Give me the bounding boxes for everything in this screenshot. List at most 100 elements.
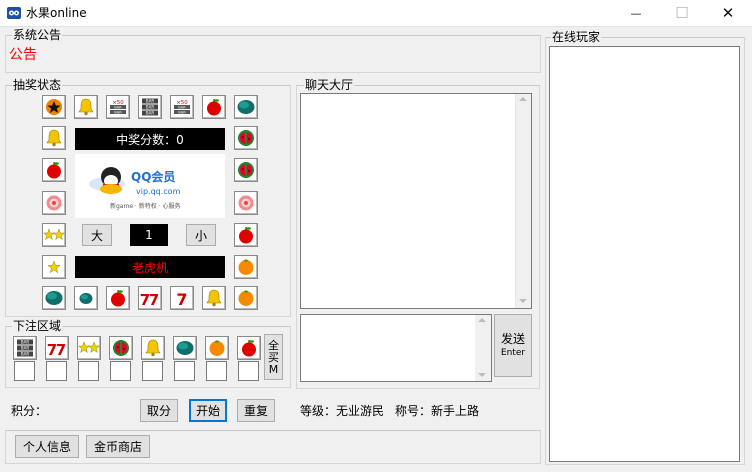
online-player-list[interactable] — [549, 46, 740, 462]
svg-text:BAR: BAR — [146, 99, 154, 104]
bet-amount-input[interactable] — [110, 361, 131, 381]
bar-x50-icon: ×50BARBAR — [110, 100, 126, 114]
input-scroll-down-icon[interactable] — [478, 373, 486, 377]
stars-double-icon — [78, 341, 100, 354]
bar-x50-icon: ×50BARBAR — [174, 100, 190, 114]
chat-scrollbar[interactable] — [515, 94, 531, 308]
svg-text:BAR: BAR — [114, 105, 122, 109]
chat-input[interactable] — [300, 314, 492, 382]
ring-cell-bottom-1 — [42, 286, 66, 310]
big-button[interactable]: 大 — [82, 224, 112, 246]
bet-amount-input[interactable] — [206, 361, 227, 381]
apple-icon — [242, 340, 256, 357]
svg-text:7: 7 — [56, 341, 66, 359]
watermelon-icon — [45, 291, 63, 305]
qq-vip-banner: QQ会员 vip.qq.com 新game · 新特权 · 心服务 — [75, 154, 225, 218]
buy-all-label: 全买M — [268, 338, 279, 376]
input-scroll-up-icon[interactable] — [478, 318, 486, 322]
bet-item-orange — [205, 336, 229, 360]
svg-text:BAR: BAR — [21, 340, 29, 345]
lychee-icon — [238, 195, 254, 211]
scroll-down-icon[interactable] — [519, 299, 527, 303]
shop-button[interactable]: 金币商店 — [86, 435, 150, 458]
orange-star-icon — [46, 99, 62, 115]
bet-item-bell — [141, 336, 165, 360]
ring-cell-bottom-6 — [202, 286, 226, 310]
buy-all-button[interactable]: 全买M — [264, 334, 283, 380]
svg-text:BAR: BAR — [114, 110, 122, 114]
ring-cell-top-1 — [42, 95, 66, 119]
bar-triple-icon: BARBARBAR — [17, 339, 33, 357]
svg-text:BAR: BAR — [178, 110, 186, 114]
cash-out-button[interactable]: 取分 — [140, 399, 178, 422]
bet-amount-input[interactable] — [46, 361, 67, 381]
ring-cell-top-5: ×50 BAR BAR — [170, 95, 194, 119]
profile-button[interactable]: 个人信息 — [15, 435, 79, 458]
start-button[interactable]: 开始 — [189, 399, 227, 422]
send-button[interactable]: 发送 Enter — [494, 314, 532, 377]
ring-cell-top-3: ×50 BAR BAR — [106, 95, 130, 119]
banner-logo: QQ会员 — [131, 170, 176, 184]
orange-icon — [238, 259, 254, 275]
close-icon: ✕ — [721, 4, 735, 22]
bet-item-stars-double — [77, 336, 101, 360]
ring-cell-left-5 — [42, 255, 66, 279]
scroll-up-icon[interactable] — [519, 97, 527, 101]
ring-cell-left-3 — [42, 191, 66, 215]
close-button[interactable]: ✕ — [705, 0, 751, 26]
bet-amount-input[interactable] — [238, 361, 259, 381]
bar-triple-icon: BARBARBAR — [142, 98, 158, 116]
bet-amount-input[interactable] — [14, 361, 35, 381]
ring-cell-left-2 — [42, 158, 66, 182]
ring-cell-bottom-7 — [234, 286, 258, 310]
bet-amount-input[interactable] — [78, 361, 99, 381]
banner-tagline: 新game · 新特权 · 心服务 — [110, 203, 181, 210]
apple-icon — [207, 99, 221, 116]
points-label: 积分： — [11, 404, 48, 418]
ring-cell-bottom-2 — [74, 286, 98, 310]
ring-cell-right-2 — [234, 158, 258, 182]
send-hint: Enter — [500, 347, 526, 358]
ring-cell-left-1 — [42, 126, 66, 150]
watermelon-slice-icon — [238, 130, 254, 146]
bell-icon — [78, 98, 94, 116]
ring-cell-left-4 — [42, 223, 66, 247]
send-label: 发送 — [500, 331, 525, 346]
chat-log[interactable] — [300, 93, 532, 309]
orange-icon — [238, 290, 254, 306]
announcement-group — [5, 35, 541, 73]
ring-cell-top-6 — [202, 95, 226, 119]
announcement-title: 系统公告 — [12, 28, 63, 42]
banner-domain: vip.qq.com — [136, 187, 181, 196]
minimize-button[interactable]: — — [613, 0, 659, 26]
ring-cell-bottom-5: 7 — [170, 286, 194, 310]
window-title: 水果online — [26, 6, 87, 20]
bet-item-watermelon-slice — [109, 336, 133, 360]
small-button[interactable]: 小 — [186, 224, 216, 246]
svg-text:BAR: BAR — [21, 352, 29, 357]
svg-text:7: 7 — [176, 290, 187, 309]
score-display: 中奖分数：0 — [75, 128, 225, 150]
ring-cell-right-5 — [234, 255, 258, 279]
ring-cell-top-7 — [234, 95, 258, 119]
maximize-button[interactable]: ☐ — [659, 0, 705, 26]
bet-amount-input[interactable] — [142, 361, 163, 381]
online-title: 在线玩家 — [551, 30, 602, 44]
chat-input-scrollbar[interactable] — [475, 315, 491, 381]
watermelon-icon — [237, 100, 255, 114]
app-icon — [7, 6, 21, 20]
bet-item-watermelon — [173, 336, 197, 360]
maximize-icon: ☐ — [675, 4, 689, 22]
svg-text:7: 7 — [149, 291, 159, 309]
repeat-button[interactable]: 重复 — [237, 399, 275, 422]
seven-double-icon: 77 — [140, 291, 159, 309]
watermelon-slice-icon — [238, 162, 254, 178]
bell-icon — [206, 289, 222, 307]
bet-amount-input[interactable] — [174, 361, 195, 381]
seven-single-icon: 7 — [176, 290, 187, 309]
bet-title: 下注区域 — [12, 319, 63, 333]
ring-cell-bottom-4: 77 — [138, 286, 162, 310]
ring-cell-top-2 — [74, 95, 98, 119]
watermelon-small-icon — [79, 293, 93, 304]
svg-text:BAR: BAR — [146, 111, 154, 116]
